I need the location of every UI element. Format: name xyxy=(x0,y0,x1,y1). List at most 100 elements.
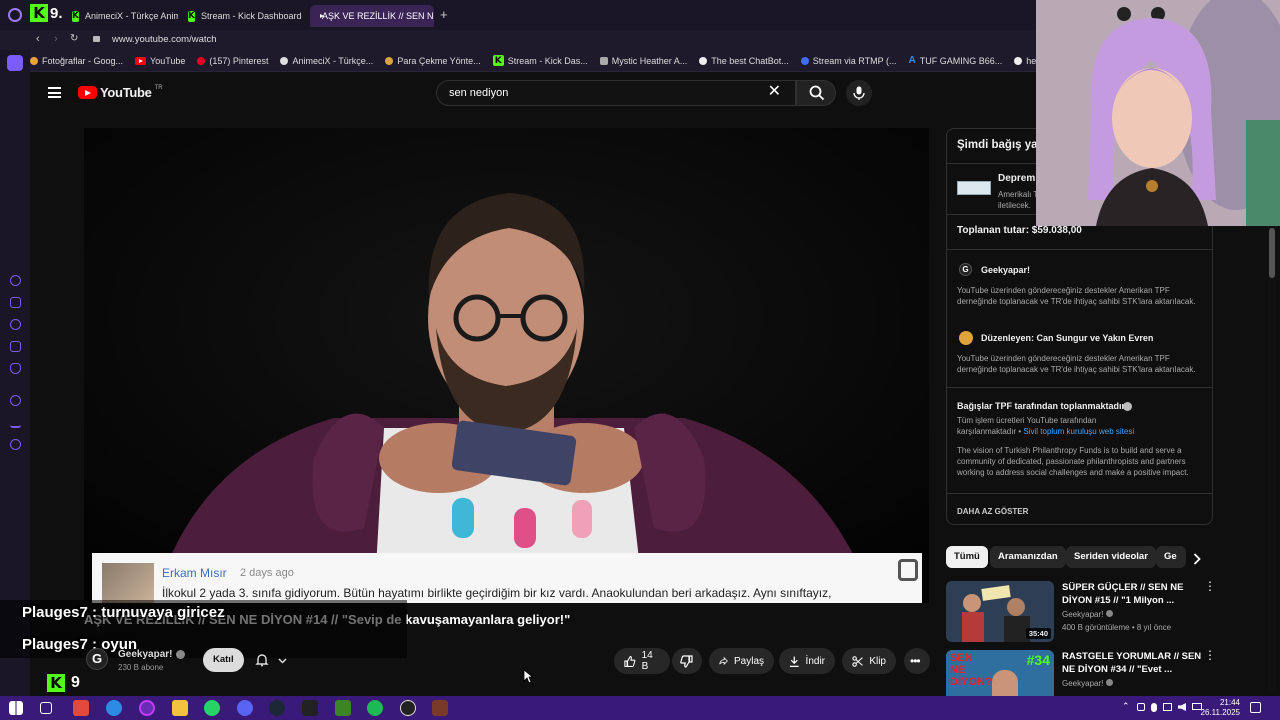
page-scrollbar[interactable] xyxy=(1268,226,1276,692)
channel-name[interactable]: Geekyapar! xyxy=(118,649,172,660)
chevron-right-icon[interactable] xyxy=(1193,553,1201,565)
url-field[interactable]: www.youtube.com/watch xyxy=(112,34,217,45)
instagram-icon[interactable] xyxy=(10,341,21,352)
reload-icon[interactable]: ↻ xyxy=(70,33,78,44)
tray-app-icon[interactable] xyxy=(1137,703,1145,711)
workspace-icon[interactable] xyxy=(7,55,23,71)
discord-icon[interactable] xyxy=(237,700,253,716)
store-icon[interactable] xyxy=(73,700,89,716)
verified-icon xyxy=(1123,402,1132,411)
verified-icon xyxy=(1105,610,1113,617)
notifications-button[interactable] xyxy=(250,648,296,672)
bookmark-youtube[interactable]: YouTube xyxy=(135,56,185,66)
org1-name[interactable]: Geekyapar! xyxy=(981,265,1030,275)
file-explorer-icon[interactable] xyxy=(172,700,188,716)
microphone-icon[interactable] xyxy=(1151,703,1157,712)
twitch-icon[interactable] xyxy=(10,297,21,308)
aria-icon[interactable] xyxy=(10,275,21,286)
bookmark-chatbot[interactable]: The best ChatBot... xyxy=(699,56,789,66)
spotify-icon[interactable] xyxy=(367,700,383,716)
recommendation-title[interactable]: SÜPER GÜÇLER // SEN NE DİYON #15 // "1 M… xyxy=(1062,581,1212,607)
more-vertical-icon[interactable]: ⋮ xyxy=(1204,649,1216,661)
volume-icon[interactable] xyxy=(1178,703,1186,711)
bookmark-kick[interactable]: K Stream - Kick Das... xyxy=(492,55,588,66)
video-frame-person xyxy=(84,128,929,603)
para-icon xyxy=(385,56,394,65)
tpf-website-link[interactable]: Sivil toplum kuruluşu web sitesi xyxy=(1023,427,1134,436)
tab-kick-dashboard[interactable]: K Stream - Kick Dashboard xyxy=(182,5,306,27)
chip-from-search[interactable]: Aramanızdan xyxy=(990,546,1066,568)
bookmark-rtmp[interactable]: Stream via RTMP (... xyxy=(800,56,896,66)
org2-name[interactable]: Düzenleyen: Can Sungur ve Yakın Evren xyxy=(981,333,1153,343)
like-button[interactable]: 14 B xyxy=(614,648,670,674)
tray-chevron-icon[interactable]: ⌃ xyxy=(1122,701,1130,712)
search-input[interactable]: sen nediyon ✕ xyxy=(436,80,796,106)
system-clock[interactable]: 21:44 26.11.2025 xyxy=(1201,698,1240,718)
chip-series-videos[interactable]: Seriden videolar xyxy=(1066,546,1156,568)
edge-icon[interactable] xyxy=(106,700,122,716)
history-icon[interactable] xyxy=(10,395,21,406)
join-button[interactable]: Katıl xyxy=(203,648,244,672)
menu-icon[interactable] xyxy=(48,87,61,98)
tab-youtube-active[interactable]: AŞK VE REZİLLİK // SEN N xyxy=(310,5,434,27)
search-button[interactable] xyxy=(796,80,836,106)
dislike-button[interactable] xyxy=(672,648,702,674)
recommendation-title[interactable]: RASTGELE YORUMLAR // SEN NE DİYON #34 //… xyxy=(1062,650,1212,676)
chip-all[interactable]: Tümü xyxy=(946,546,988,568)
task-view-icon[interactable] xyxy=(40,702,52,714)
whatsapp-icon[interactable] xyxy=(10,319,21,330)
tpf-title: Bağışlar TPF tarafından toplanmaktadır xyxy=(957,401,1126,411)
tab-label: AnimeciX - Türkçe Anime xyxy=(84,11,178,21)
bookmark-para[interactable]: Para Çekme Yönte... xyxy=(385,56,481,66)
back-icon[interactable]: ‹ xyxy=(36,33,40,45)
whatsapp-icon[interactable] xyxy=(204,700,220,716)
opera-logo-icon[interactable] xyxy=(8,8,22,22)
settings-icon[interactable] xyxy=(10,439,21,450)
steam-icon[interactable] xyxy=(269,700,285,716)
recommendation-thumbnail[interactable]: 35:40 xyxy=(946,581,1054,642)
new-tab-icon[interactable]: + xyxy=(440,8,448,21)
bookmark-animecix[interactable]: AnimeciX - Türkçe... xyxy=(280,56,373,66)
recommendation-item[interactable]: 35:40 SÜPER GÜÇLER // SEN NE DİYON #15 /… xyxy=(946,580,1246,643)
network-icon[interactable] xyxy=(1163,703,1172,711)
channel-avatar[interactable]: G xyxy=(86,648,108,670)
forward-icon[interactable]: › xyxy=(54,33,58,45)
clear-search-icon[interactable]: ✕ xyxy=(768,84,781,100)
youtube-logo-region: TR xyxy=(154,85,163,91)
epic-games-icon[interactable] xyxy=(302,700,318,716)
bookmark-pinterest[interactable]: (157) Pinterest xyxy=(197,56,268,66)
video-duration: 35:40 xyxy=(1025,628,1051,639)
more-vertical-icon[interactable]: ⋮ xyxy=(1204,580,1216,592)
more-actions-button[interactable]: ••• xyxy=(904,648,930,674)
show-less-button[interactable]: DAHA AZ GÖSTER xyxy=(957,507,1028,516)
windows-start-icon[interactable] xyxy=(9,701,23,715)
recommendation-channel: Geekyapar! xyxy=(1062,610,1113,619)
obs-icon[interactable] xyxy=(400,700,416,716)
discord-icon[interactable] xyxy=(10,363,21,374)
donation-divider xyxy=(947,387,1212,388)
chevron-down-icon xyxy=(278,658,287,664)
scrollbar-thumb[interactable] xyxy=(1269,228,1275,278)
notification-center-icon[interactable] xyxy=(1250,702,1261,713)
app-icon[interactable] xyxy=(432,700,448,716)
chip-more[interactable]: Ge xyxy=(1156,546,1186,568)
commenter-avatar xyxy=(102,563,154,603)
youtube-logo-text: YouTube xyxy=(100,85,152,100)
download-icon[interactable] xyxy=(10,417,21,428)
youtube-logo[interactable]: YouTube TR xyxy=(78,85,163,100)
download-label: İndir xyxy=(805,655,825,667)
tray-icons xyxy=(1137,703,1202,712)
tab-animecix[interactable]: K AnimeciX - Türkçe Anime xyxy=(66,5,178,27)
bookmark-tuf[interactable]: A TUF GAMING B66... xyxy=(908,55,1002,66)
opera-gx-icon[interactable] xyxy=(139,700,155,716)
kick-icon: K xyxy=(72,10,79,22)
clip-button[interactable]: Klip xyxy=(842,648,896,674)
share-button[interactable]: Paylaş xyxy=(709,648,774,674)
bookmark-mystic[interactable]: Mystic Heather A... xyxy=(599,56,687,66)
video-player[interactable] xyxy=(84,128,929,603)
download-button[interactable]: İndir xyxy=(779,648,835,674)
bookmark-photos[interactable]: Fotoğraflar - Goog... xyxy=(30,56,123,66)
minecraft-icon[interactable] xyxy=(335,700,351,716)
microphone-icon xyxy=(853,86,865,100)
voice-search-button[interactable] xyxy=(846,80,872,106)
